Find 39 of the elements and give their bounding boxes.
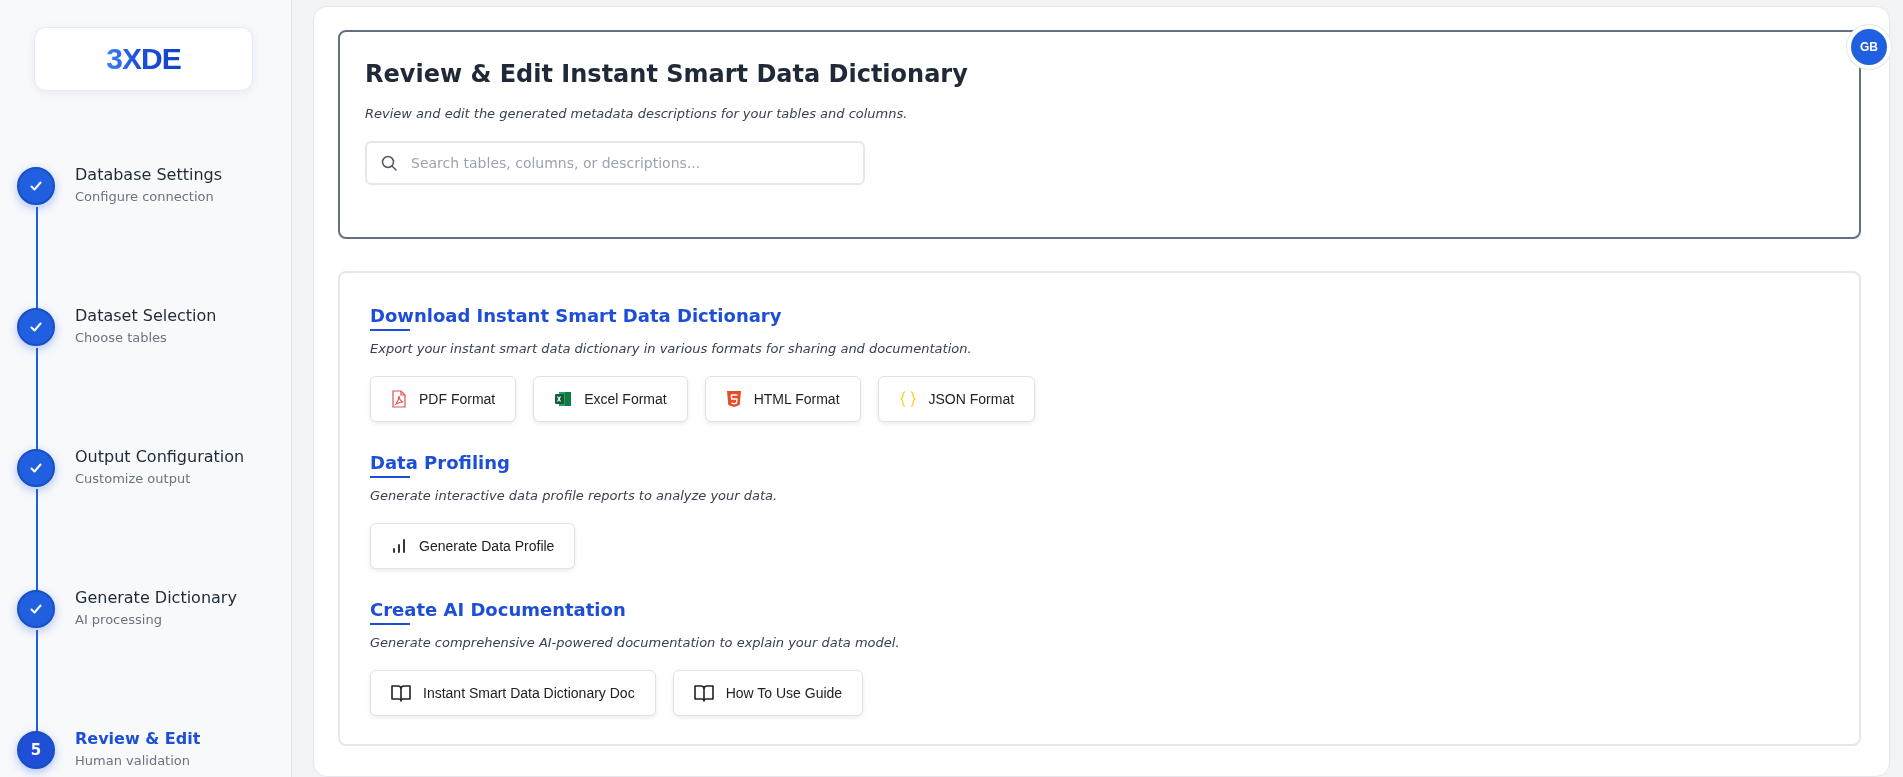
page-title: Review & Edit Instant Smart Data Dictionary [365,60,969,88]
step-subtitle: Configure connection [75,189,215,204]
user-avatar[interactable]: GB [1847,25,1891,69]
step-subtitle: AI processing [75,612,163,627]
checkmark-icon [30,322,42,332]
step-title[interactable]: Output Configuration [75,447,245,466]
spreadsheet-icon [554,391,573,407]
section-heading: Download Instant Smart Data Dictionary [370,305,782,326]
step-title[interactable]: Review & Edit [75,729,201,748]
action-button[interactable]: JSON Format [877,376,1036,422]
action-button[interactable]: HTML Format [704,376,861,422]
action-button[interactable]: Excel Format [533,376,688,422]
action-button[interactable]: Instant Smart Data Dictionary Doc [370,670,656,716]
step-title[interactable]: Dataset Selection [75,306,217,325]
section-heading: Create AI Documentation [370,599,626,620]
bar-chart-icon [391,538,407,554]
action-button[interactable]: PDF Format [370,376,517,422]
open-book-icon [391,684,411,702]
section-description: Export your instant smart data dictionary in various formats for sharing and documentation. [370,341,973,356]
step-subtitle: Human validation [75,753,192,768]
open-book-icon [693,684,714,702]
action-button[interactable]: Generate Data Profile [370,523,576,569]
html5-shield-icon [725,390,742,408]
checkmark-icon [30,604,42,614]
checkmark-icon [30,463,42,473]
section-description: Generate comprehensive AI-powered documentation to explain your data model. [370,635,901,650]
section-description: Generate interactive data profile reports to analyze your data. [370,488,779,503]
step-title[interactable]: Generate Dictionary [75,588,237,607]
curly-braces-icon [898,390,917,408]
pdf-file-icon [391,390,407,408]
step-title[interactable]: Database Settings [75,165,223,184]
step-subtitle: Choose tables [75,330,168,345]
page-description: Review and edit the generated metadata descriptions for your tables and columns. [365,106,909,121]
step-number-marker: 5 [17,731,55,769]
step-subtitle: Customize output [75,471,192,486]
search-field[interactable]: Search tables, columns, or descriptions... [365,141,865,185]
checkmark-icon [30,181,42,191]
action-button[interactable]: How To Use Guide [672,670,864,716]
section-heading: Data Profiling [370,452,510,473]
